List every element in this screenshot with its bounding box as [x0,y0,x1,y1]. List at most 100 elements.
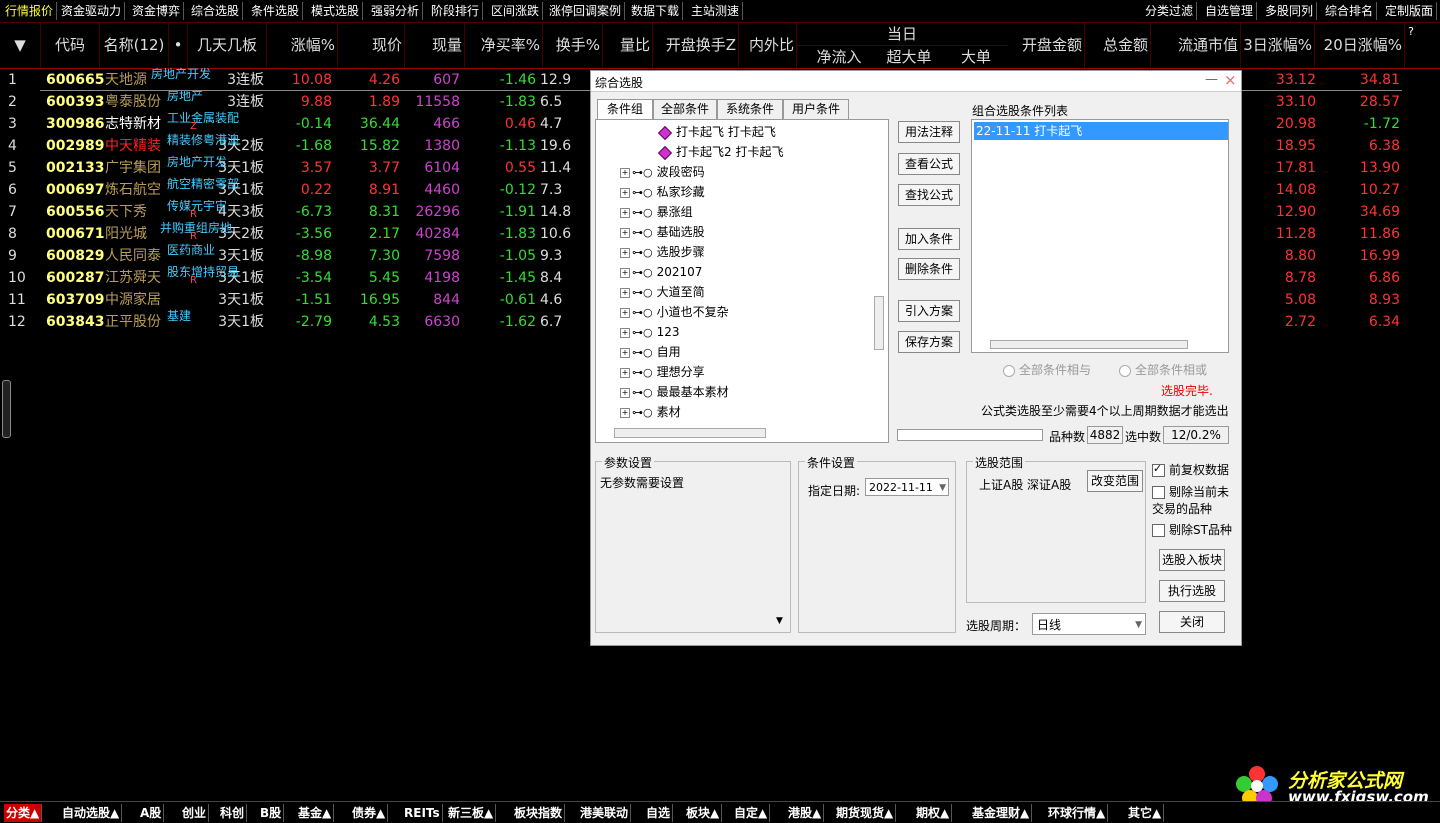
close-icon[interactable]: × [1224,71,1237,89]
bottom-tab[interactable]: B股 [258,804,285,822]
tree-folder[interactable]: + ⊶○ 素材 [620,402,681,422]
menu-speedtest[interactable]: 主站测速 [688,2,744,20]
col-large[interactable]: 大单 [946,46,1006,68]
bottom-tab[interactable]: 自选 [644,804,674,822]
tab-system-conditions[interactable]: 系统条件 [717,99,783,120]
period-select[interactable]: 日线 ▼ [1032,613,1146,635]
param-scroll-down-icon[interactable]: ▼ [776,616,783,626]
change-range-button[interactable]: 改变范围 [1087,470,1143,492]
menu-filter[interactable]: 分类过滤 [1142,2,1198,20]
col-inout[interactable]: 内外比 [738,23,797,68]
bottom-tab[interactable]: 债券▲ [350,804,389,822]
tab-all-conditions[interactable]: 全部条件 [653,99,717,120]
bottom-tab[interactable]: 分类▲ [4,804,43,822]
col-net-inflow[interactable]: 净流入 [806,46,872,68]
menu-condition-pick[interactable]: 条件选股 [248,2,304,20]
menu-ranking[interactable]: 综合排名 [1322,2,1378,20]
col-turnover[interactable]: 换手% [542,23,603,68]
bottom-tab[interactable]: 环球行情▲ [1046,804,1109,822]
expand-plus-icon[interactable]: + [620,167,630,178]
col-super-large[interactable]: 超大单 [876,46,942,68]
tree-folder[interactable]: + ⊶○ 最最基本素材 [620,382,729,402]
tree-vscroll[interactable] [874,296,884,350]
col-code[interactable]: 代码 [41,23,100,68]
usage-button[interactable]: 用法注释 [898,121,960,143]
expand-plus-icon[interactable]: + [620,387,630,398]
expand-plus-icon[interactable]: + [620,267,630,278]
col-chg3[interactable]: 3日涨幅% [1240,23,1315,68]
delete-condition-button[interactable]: 删除条件 [898,258,960,280]
minimize-icon[interactable]: — [1205,72,1218,87]
radio-all-and[interactable]: 全部条件相与 [1003,361,1091,378]
menu-capital-drive[interactable]: 资金驱动力 [58,2,126,20]
tree-folder[interactable]: + ⊶○ 暴涨组 [620,202,693,222]
checkbox-fq[interactable]: 前复权数据 [1152,461,1229,478]
scroll-handle[interactable] [2,380,11,438]
col-change[interactable]: 涨幅% [267,23,338,68]
tab-user-conditions[interactable]: 用户条件 [783,99,849,120]
menu-stage-rank[interactable]: 阶段排行 [428,2,484,20]
bottom-tab[interactable]: 板块▲ [684,804,723,822]
col-float-mv[interactable]: 流通市值 [1150,23,1241,68]
tree-folder[interactable]: + ⊶○ 理想分享 [620,362,705,382]
expand-plus-icon[interactable]: + [620,207,630,218]
tree-folder[interactable]: + ⊶○ 选股步骤 [620,242,705,262]
menu-capital-game[interactable]: 资金博弈 [129,2,185,20]
tree-leaf[interactable]: 打卡起飞2 打卡起飞 [657,142,783,162]
import-plan-button[interactable]: 引入方案 [898,300,960,322]
dialog-titlebar[interactable]: 综合选股 — × [591,71,1241,92]
col-netbuy[interactable]: 净买率% [464,23,543,68]
col-total-amount[interactable]: 总金额 [1084,23,1151,68]
tree-folder[interactable]: + ⊶○ 基础选股 [620,222,705,242]
expand-plus-icon[interactable]: + [620,227,630,238]
close-button[interactable]: 关闭 [1159,611,1225,633]
column-menu-icon[interactable]: ▼ [0,23,41,68]
bottom-tab[interactable]: 期货现货▲ [834,804,897,822]
menu-multi[interactable]: 多股同列 [1262,2,1318,20]
col-open-turnover[interactable]: 开盘换手Z [652,23,739,68]
checkbox-excl-untraded[interactable]: 剔除当前未 交易的品种 [1152,484,1238,518]
tree-folder[interactable]: + ⊶○ 大道至简 [620,282,705,302]
col-open-amount[interactable]: 开盘金额 [1010,23,1085,68]
menu-quote[interactable]: 行情报价 [2,2,58,20]
add-condition-button[interactable]: 加入条件 [898,228,960,250]
checkbox-excl-st[interactable]: 剔除ST品种 [1152,521,1232,538]
bottom-tab[interactable]: 期权▲ [914,804,953,822]
condition-list-item[interactable]: 22-11-11 打卡起飞 [974,122,1228,140]
bottom-tab[interactable]: 科创 [218,804,248,822]
tree-folder[interactable]: + ⊶○ 202107 [620,262,702,282]
execute-button[interactable]: 执行选股 [1159,580,1225,602]
col-volratio[interactable]: 量比 [602,23,653,68]
menu-limit-cases[interactable]: 涨停回调案例 [546,2,626,20]
tree-folder[interactable]: + ⊶○ 私家珍藏 [620,182,705,202]
bottom-tab[interactable]: 新三板▲ [446,804,497,822]
tree-folder[interactable]: + ⊶○ 123 [620,322,680,342]
menu-download[interactable]: 数据下载 [628,2,684,20]
to-board-button[interactable]: 选股入板块 [1159,549,1225,571]
bottom-tab[interactable]: 其它▲ [1126,804,1165,822]
expand-plus-icon[interactable]: + [620,307,630,318]
menu-strength[interactable]: 强弱分析 [368,2,424,20]
col-name[interactable]: 名称(12) [100,23,169,68]
col-days[interactable]: 几天几板 [188,23,267,68]
tab-condition-group[interactable]: 条件组 [597,99,653,120]
expand-plus-icon[interactable]: + [620,327,630,338]
menu-range-change[interactable]: 区间涨跌 [488,2,544,20]
radio-all-or[interactable]: 全部条件相或 [1119,361,1207,378]
condition-list-hscroll[interactable] [990,340,1188,349]
tree-leaf[interactable]: 打卡起飞 打卡起飞 [657,122,776,142]
save-plan-button[interactable]: 保存方案 [898,331,960,353]
expand-plus-icon[interactable]: + [620,187,630,198]
menu-composite-pick[interactable]: 综合选股 [188,2,244,20]
bottom-tab[interactable]: 创业 [180,804,210,822]
col-volume[interactable]: 现量 [404,23,465,68]
bottom-tab[interactable]: 港美联动 [578,804,632,822]
expand-plus-icon[interactable]: + [620,347,630,358]
bottom-tab[interactable]: 基金理财▲ [970,804,1033,822]
menu-pattern-pick[interactable]: 模式选股 [308,2,364,20]
bottom-tab[interactable]: 基金▲ [296,804,335,822]
find-formula-button[interactable]: 查找公式 [898,184,960,206]
menu-watchlist[interactable]: 自选管理 [1202,2,1258,20]
col-chg20[interactable]: 20日涨幅% [1314,23,1405,68]
help-icon[interactable]: ? [1404,25,1418,38]
